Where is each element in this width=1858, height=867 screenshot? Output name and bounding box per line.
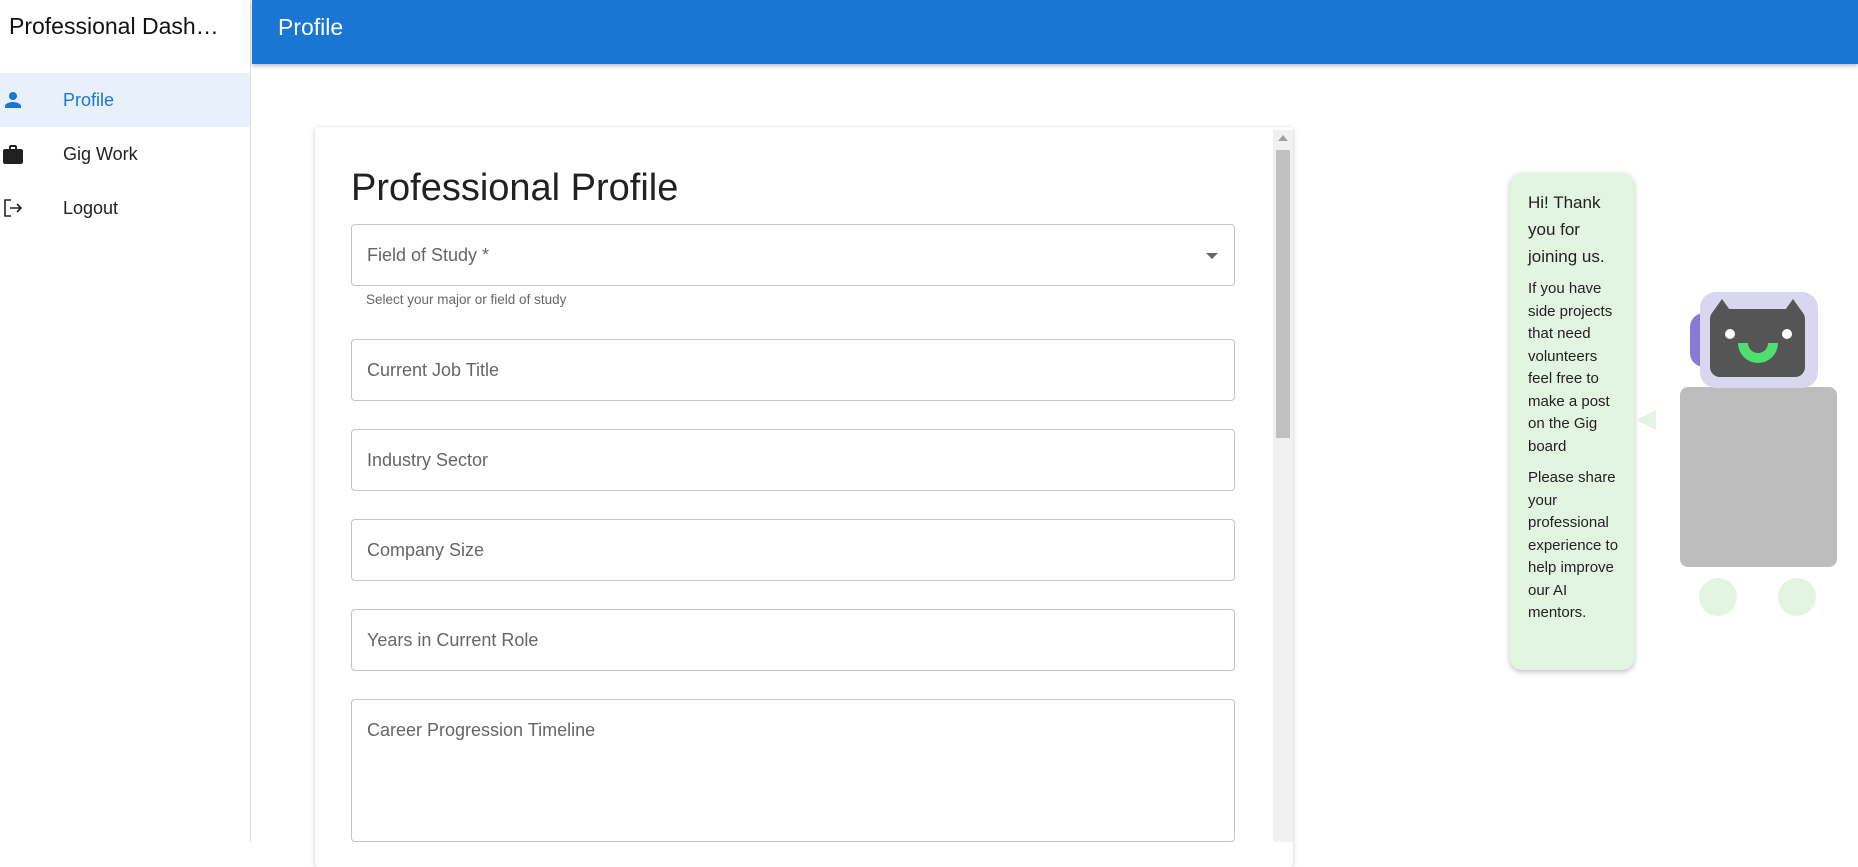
logout-icon [0, 196, 26, 220]
industry-sector-input[interactable]: Industry Sector [351, 429, 1235, 491]
job-title-input[interactable]: Current Job Title [351, 339, 1235, 401]
chat-greeting: Hi! Thank you for joining us. [1528, 193, 1605, 266]
profile-form-card: Professional Profile Field of Study * Se… [315, 127, 1293, 867]
sidebar-item-label: Logout [63, 197, 119, 218]
industry-sector-placeholder: Industry Sector [367, 450, 489, 470]
career-timeline-placeholder: Career Progression Timeline [367, 720, 596, 740]
person-icon [0, 88, 26, 112]
robot-head [1700, 292, 1818, 388]
chat-message: Please share your professional experienc… [1528, 469, 1619, 621]
field-of-study-helper: Select your major or field of study [366, 292, 567, 307]
years-in-role-input[interactable]: Years in Current Role [351, 609, 1235, 671]
sidebar-item-profile[interactable]: Profile [0, 73, 250, 127]
years-in-role-placeholder: Years in Current Role [367, 630, 539, 650]
robot-wheel [1699, 578, 1737, 616]
scroll-thumb[interactable] [1276, 150, 1290, 438]
assistant-chat-bubble: Hi! Thank you for joining us. If you hav… [1510, 173, 1634, 670]
chat-message: If you have side projects that need volu… [1528, 280, 1613, 455]
company-size-placeholder: Company Size [367, 540, 485, 560]
sidebar-item-logout[interactable]: Logout [0, 181, 250, 235]
chevron-down-icon [1206, 253, 1218, 259]
company-size-input[interactable]: Company Size [351, 519, 1235, 581]
robot-wheel [1778, 578, 1816, 616]
app-bar: Profile [252, 0, 1858, 64]
sidebar-item-gig-work[interactable]: Gig Work [0, 127, 250, 181]
robot-smile [1738, 343, 1778, 363]
sidebar-item-label: Profile [63, 89, 115, 110]
job-title-placeholder: Current Job Title [367, 360, 500, 380]
field-of-study-label: Field of Study * [367, 245, 490, 265]
robot-eye [1782, 329, 1792, 339]
page-title: Profile [278, 14, 344, 40]
robot-mascot [1680, 290, 1850, 620]
scroll-up-arrow-icon[interactable] [1278, 135, 1288, 141]
briefcase-icon [0, 142, 26, 166]
career-timeline-textarea[interactable]: Career Progression Timeline [351, 699, 1235, 842]
robot-eye [1725, 329, 1735, 339]
field-of-study-select[interactable]: Field of Study * [351, 224, 1235, 286]
app-title: Professional Dash… [9, 13, 219, 39]
sidebar-item-label: Gig Work [63, 143, 138, 164]
sidebar: Professional Dash… Profile Gig Work Logo… [0, 0, 251, 842]
bubble-tail [1636, 410, 1656, 430]
robot-body [1680, 387, 1837, 567]
robot-face [1710, 299, 1805, 377]
form-title: Professional Profile [351, 167, 679, 209]
sidebar-nav: Profile Gig Work Logout [0, 73, 250, 235]
form-scrollbar[interactable] [1273, 130, 1293, 842]
